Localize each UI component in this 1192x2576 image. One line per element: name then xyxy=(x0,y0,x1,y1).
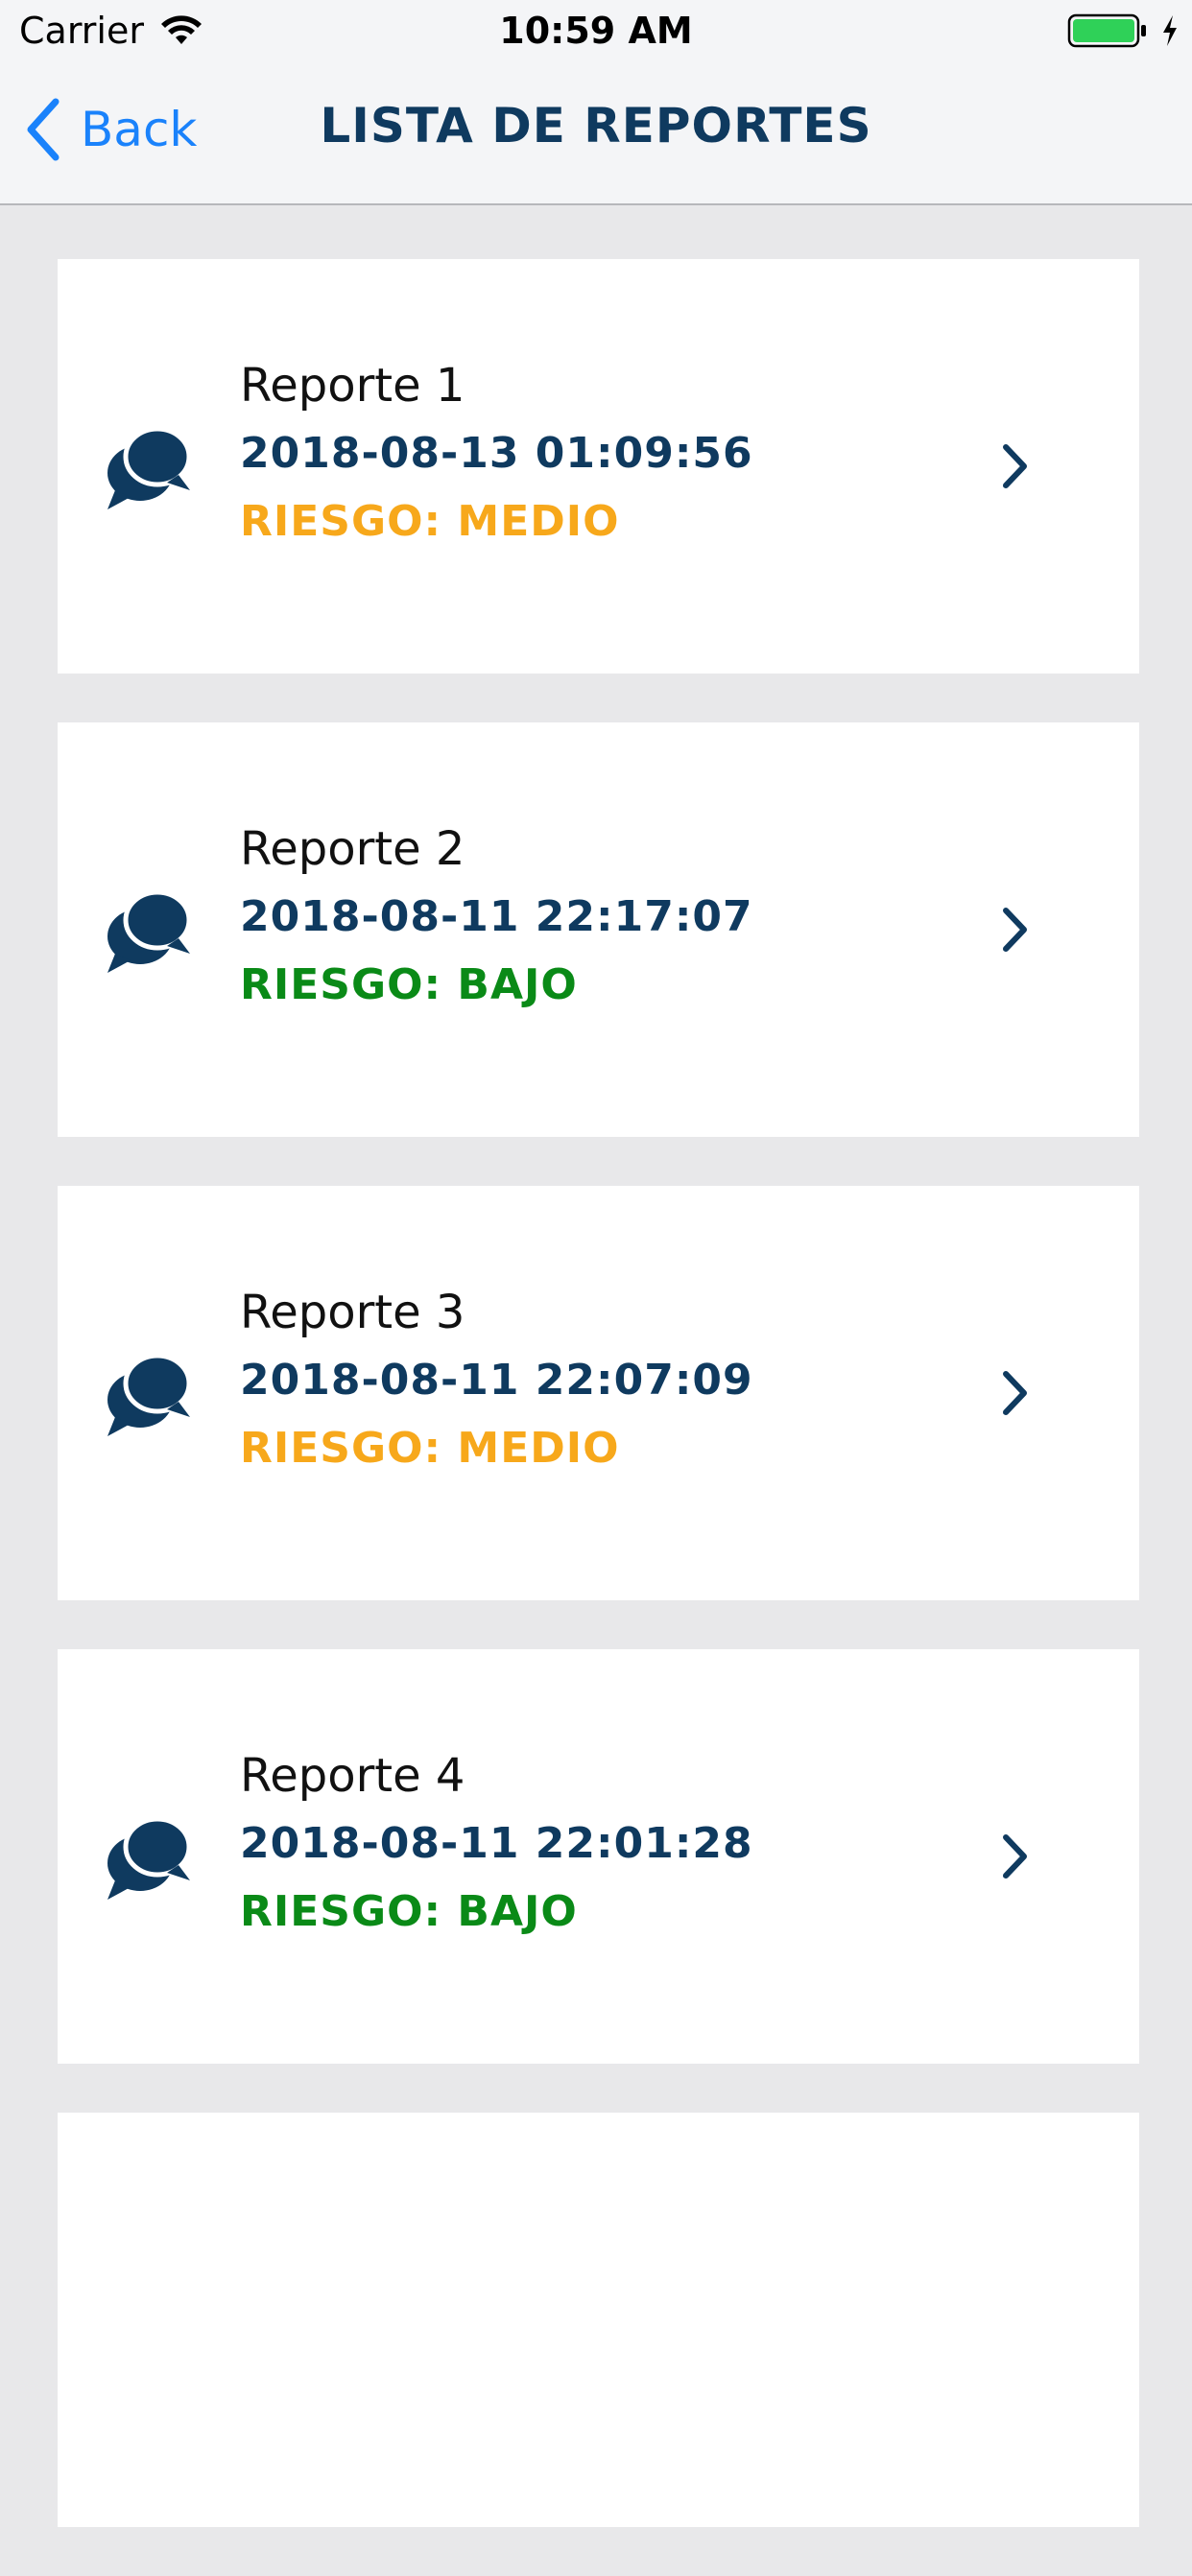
chat-bubbles-icon xyxy=(107,426,192,509)
report-card[interactable]: Reporte 4 2018-08-11 22:01:28 RIESGO: BA… xyxy=(58,1649,1139,2064)
report-card[interactable]: Reporte 1 2018-08-13 01:09:56 RIESGO: ME… xyxy=(58,259,1139,674)
report-card-partial[interactable] xyxy=(58,2113,1139,2527)
report-list: Reporte 1 2018-08-13 01:09:56 RIESGO: ME… xyxy=(58,259,1139,2576)
report-date: 2018-08-11 22:17:07 xyxy=(240,892,753,941)
battery-full-icon xyxy=(1067,13,1146,48)
report-risk: RIESGO: MEDIO xyxy=(240,1424,620,1473)
status-bar: Carrier 10:59 AM xyxy=(0,0,1192,61)
clock: 10:59 AM xyxy=(499,10,693,52)
report-date: 2018-08-13 01:09:56 xyxy=(240,429,753,478)
report-date: 2018-08-11 22:07:09 xyxy=(240,1356,753,1405)
report-card[interactable]: Reporte 3 2018-08-11 22:07:09 RIESGO: ME… xyxy=(58,1186,1139,1600)
report-title: Reporte 1 xyxy=(240,359,465,413)
chat-bubbles-icon xyxy=(107,1353,192,1436)
chevron-right-icon xyxy=(1003,1371,1027,1415)
chevron-right-icon xyxy=(1003,1834,1027,1879)
report-risk: RIESGO: BAJO xyxy=(240,1887,578,1936)
report-title: Reporte 4 xyxy=(240,1749,465,1803)
chevron-right-icon xyxy=(1003,908,1027,952)
report-title: Reporte 2 xyxy=(240,822,465,876)
report-title: Reporte 3 xyxy=(240,1286,465,1339)
bolt-icon xyxy=(1163,15,1177,46)
report-card[interactable]: Reporte 2 2018-08-11 22:17:07 RIESGO: BA… xyxy=(58,722,1139,1137)
report-risk: RIESGO: MEDIO xyxy=(240,497,620,546)
chat-bubbles-icon xyxy=(107,889,192,973)
page-title: LISTA DE REPORTES xyxy=(320,98,872,154)
report-date: 2018-08-11 22:01:28 xyxy=(240,1819,753,1868)
report-risk: RIESGO: BAJO xyxy=(240,960,578,1009)
chevron-right-icon xyxy=(1003,444,1027,488)
chat-bubbles-icon xyxy=(107,1816,192,1900)
navigation-bar: Back LISTA DE REPORTES xyxy=(0,61,1192,205)
